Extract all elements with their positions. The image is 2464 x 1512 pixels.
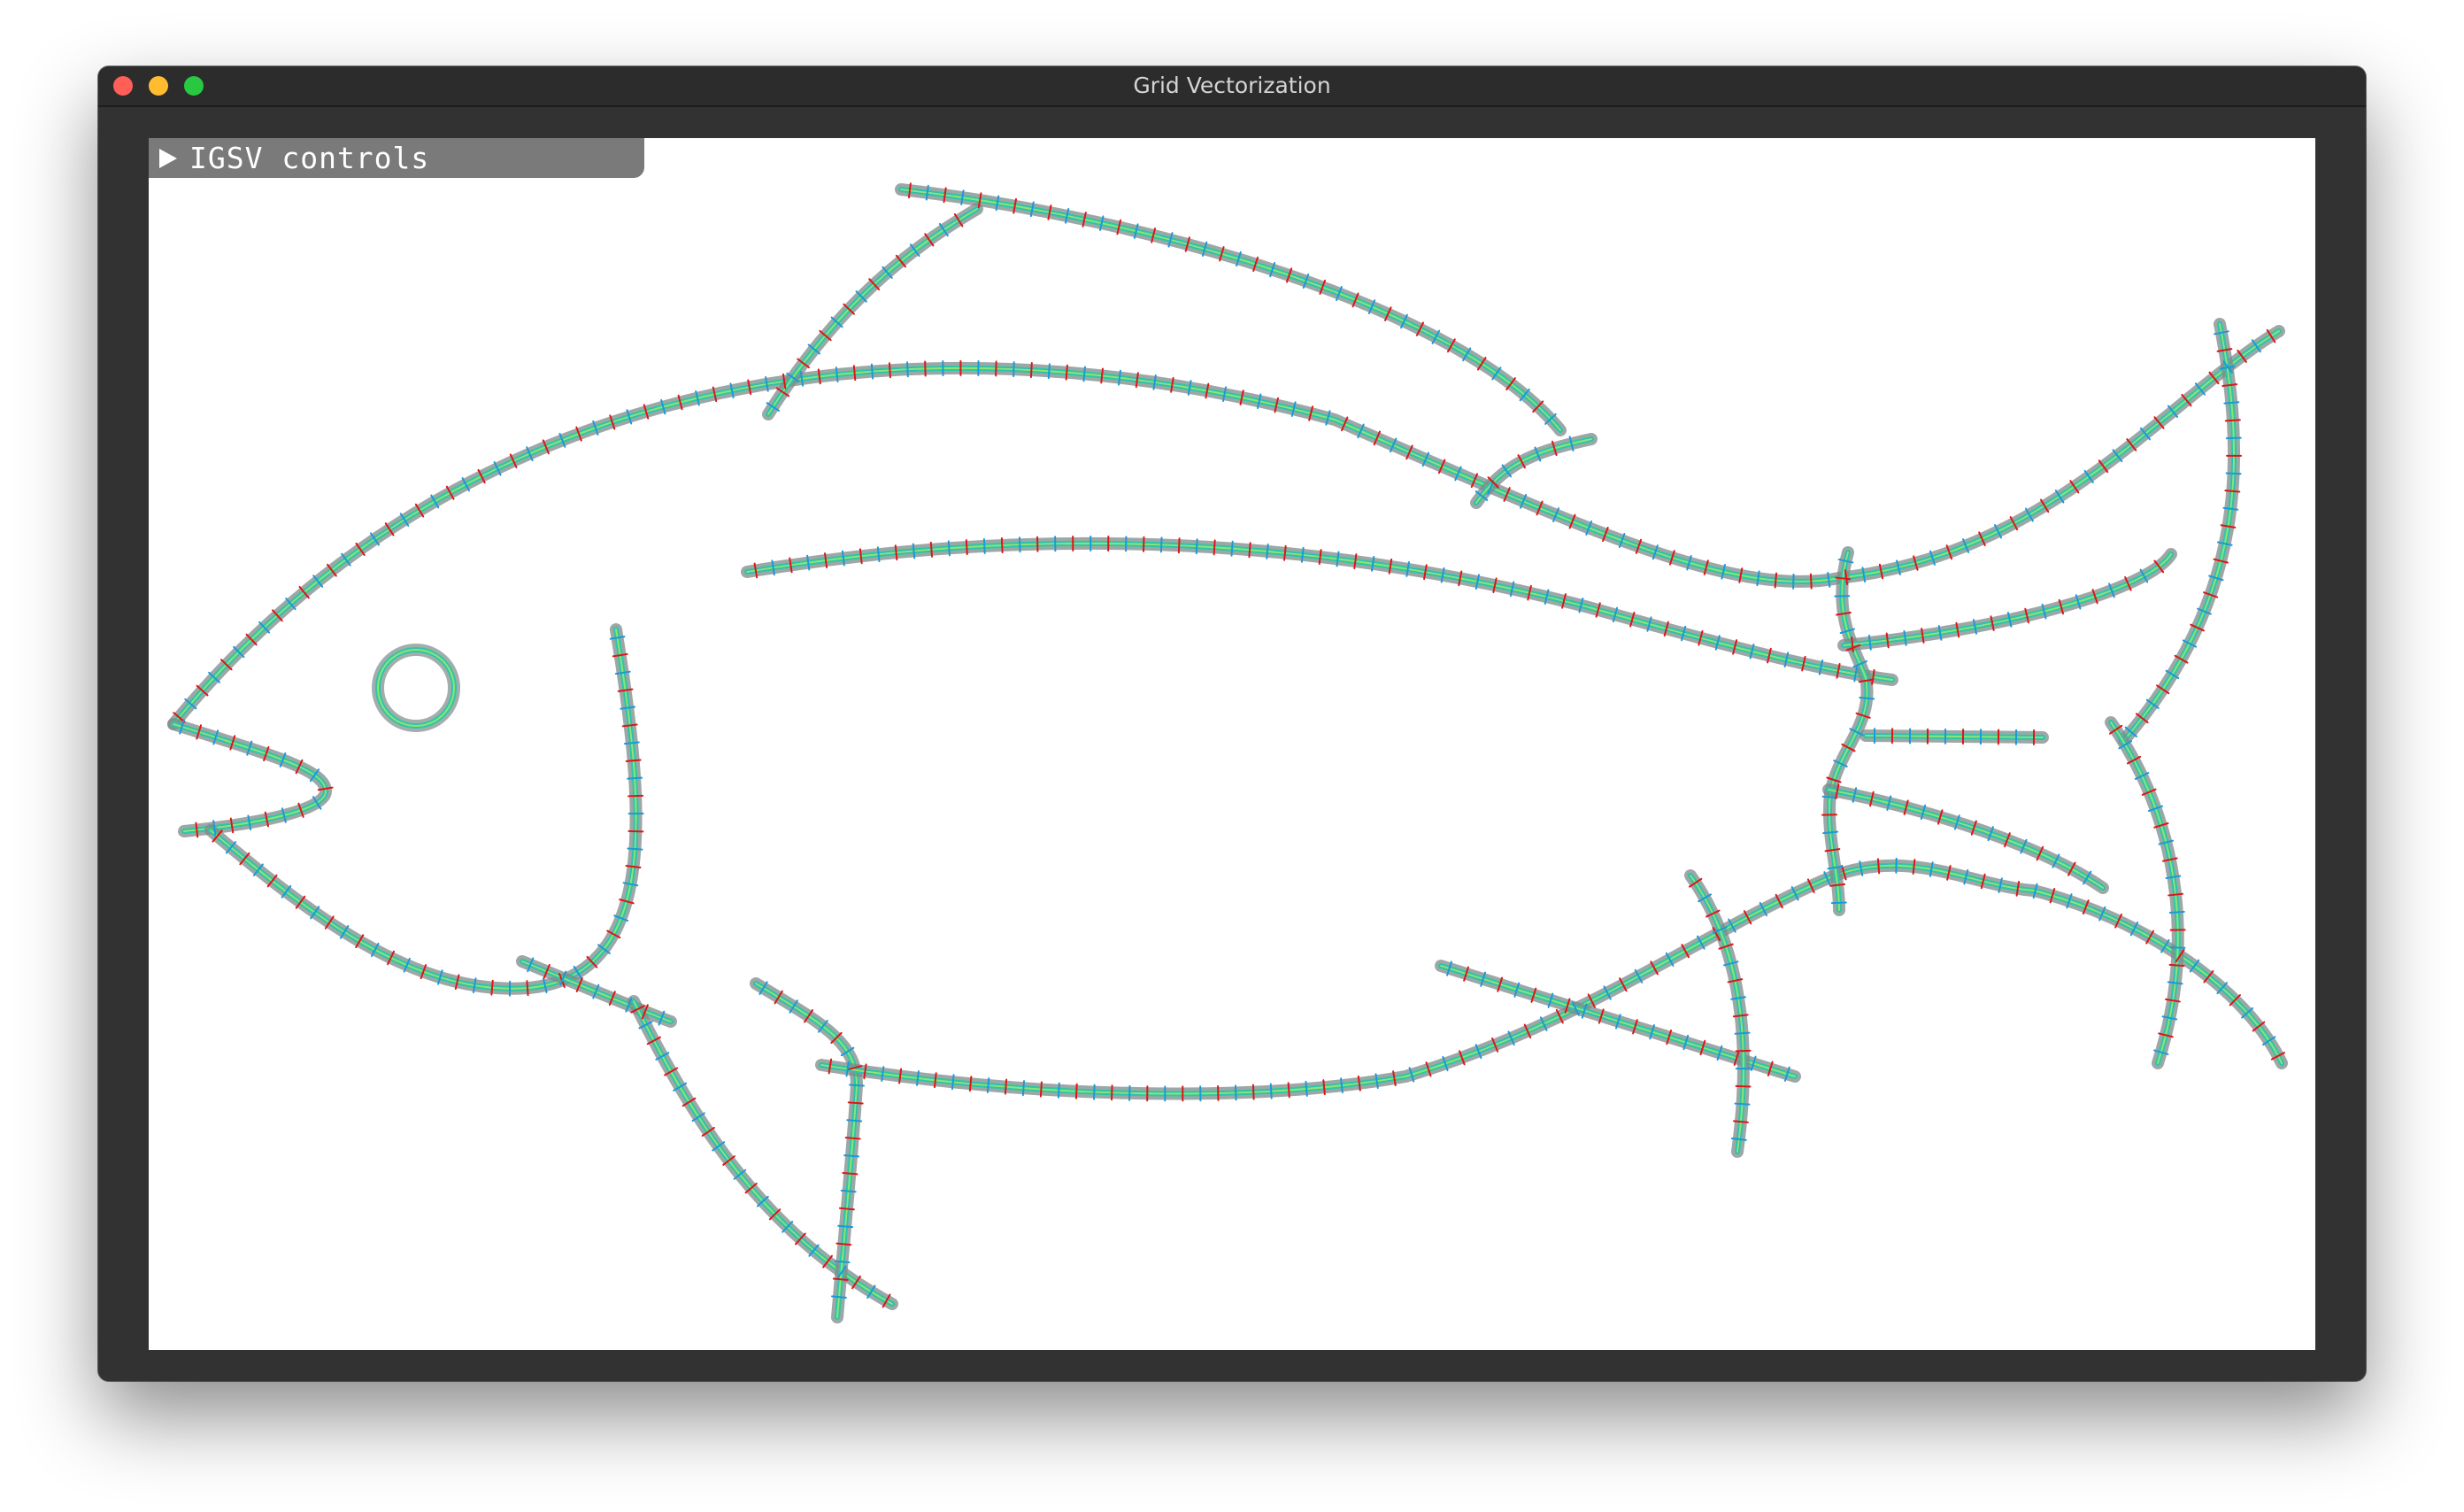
stroke-pelvis-fin-top-tick [840, 1189, 857, 1193]
stroke-belly-tick [1269, 1083, 1273, 1099]
stroke-pelvis-fin-top-tick [849, 1084, 865, 1087]
stroke-mouth-lower-tick [627, 776, 643, 780]
stroke-lateral-line-tick [1230, 540, 1234, 557]
stroke-belly-layer-1 [819, 862, 2284, 1097]
stroke-lateral-line-tick [1000, 537, 1004, 554]
stroke-belly-tick [1305, 1080, 1308, 1097]
stroke-tail-top-edge-tick [2224, 490, 2241, 493]
stroke-mouth-lower-layer-1 [208, 627, 639, 991]
stroke-belly-tick [1876, 858, 1881, 875]
stroke-tail-base-tick [1830, 901, 1847, 905]
stroke-body-top-tick [888, 362, 891, 379]
stroke-belly-tick [1004, 1078, 1008, 1095]
stroke-pelvis-fin-top-tick [832, 1277, 849, 1281]
stroke-tail-bottom-edge-tick [2168, 963, 2185, 968]
stroke-pelvis-fin-top-tick [843, 1154, 860, 1158]
stroke-mouth-lower-tick [628, 794, 644, 798]
stroke-anal-fin-back-tick [1735, 1049, 1752, 1053]
stroke-lateral-line-tick [1159, 536, 1163, 553]
stroke-belly-tick [1039, 1081, 1043, 1098]
stroke-pelvis-fin-top-tick [837, 1224, 854, 1229]
stroke-pelvis-fin-top-tick [842, 1171, 859, 1176]
stroke-tail-base-tick [1821, 795, 1838, 799]
stroke-belly-tick [1111, 1084, 1113, 1101]
stroke-belly-tick [986, 1077, 990, 1093]
stroke-body-top-tick [1774, 572, 1778, 589]
stroke-body-top-tick [1047, 363, 1051, 380]
stroke-tail-bottom-edge-layer-0 [2105, 716, 2184, 1069]
stroke-belly-tick [1074, 1083, 1078, 1099]
stroke-belly-tick [1021, 1080, 1026, 1097]
stroke-lateral-line-tick [912, 543, 916, 559]
stroke-mouth-lower-layer-0 [204, 623, 643, 995]
stroke-body-top-tick [870, 363, 874, 380]
stroke-anal-fin-back-tick [1734, 1102, 1751, 1106]
stroke-mouth-lower-tick [490, 979, 494, 996]
eye [372, 644, 460, 732]
stroke-lateral-line-tick [1213, 539, 1216, 556]
stroke-pelvis-fin-top-tick [838, 1207, 855, 1211]
controls-label: IGSV controls [189, 141, 430, 175]
fish-drawing [167, 182, 2288, 1323]
stroke-body-top-layer-0 [167, 325, 2285, 730]
stroke-mouth-lower-tick [627, 847, 643, 851]
eye-highlight [377, 649, 455, 727]
stroke-lateral-line-tick [982, 537, 986, 554]
stroke-belly-tick [1093, 1084, 1096, 1100]
stroke-lateral-line-tick [1248, 542, 1251, 559]
stroke-body-top-tick [852, 365, 857, 382]
stroke-body-top-tick [1013, 361, 1015, 378]
stroke-lateral-line-tick [929, 541, 934, 558]
stroke-body-top-tick [906, 361, 909, 378]
stroke-mouth-lower-layer-3 [210, 629, 637, 990]
stroke-belly-tick [1251, 1084, 1255, 1100]
title-bar: Grid Vectorization [98, 66, 2366, 107]
stroke-belly-tick [1287, 1082, 1290, 1099]
stroke-body-top-tick [1029, 362, 1033, 379]
stroke-body-top-tick [1809, 573, 1813, 590]
stroke-tail-top-edge-tick [2223, 401, 2240, 405]
stroke-lateral-line-tick [947, 540, 951, 557]
stroke-lateral-line-tick [1177, 537, 1181, 554]
vectorization-canvas[interactable] [149, 138, 2315, 1350]
app-window: Grid Vectorization IGSV controls [98, 66, 2366, 1381]
vector-strokes [167, 182, 2288, 1323]
stroke-pelvis-fin-top-tick [846, 1119, 863, 1122]
stroke-lateral-line-tick [965, 539, 968, 556]
stroke-anal-fin-back-tick [1734, 1031, 1751, 1035]
stroke-anal-fin-back-tick [1735, 1084, 1752, 1088]
stroke-body-top-tick [1065, 364, 1068, 381]
window-title: Grid Vectorization [1133, 73, 1331, 98]
igsv-controls-toggle[interactable]: IGSV controls [149, 138, 644, 178]
stroke-tail-bottom-edge-tick [2168, 910, 2185, 914]
stroke-mouth-lower-layer-2 [209, 628, 638, 991]
stroke-mouth-lower-tick [625, 759, 642, 762]
stroke-pelvis-fin-top-tick [847, 1101, 864, 1105]
triangle-right-icon [159, 148, 177, 168]
stroke-pelvis-fin-top-tick [831, 1295, 847, 1299]
